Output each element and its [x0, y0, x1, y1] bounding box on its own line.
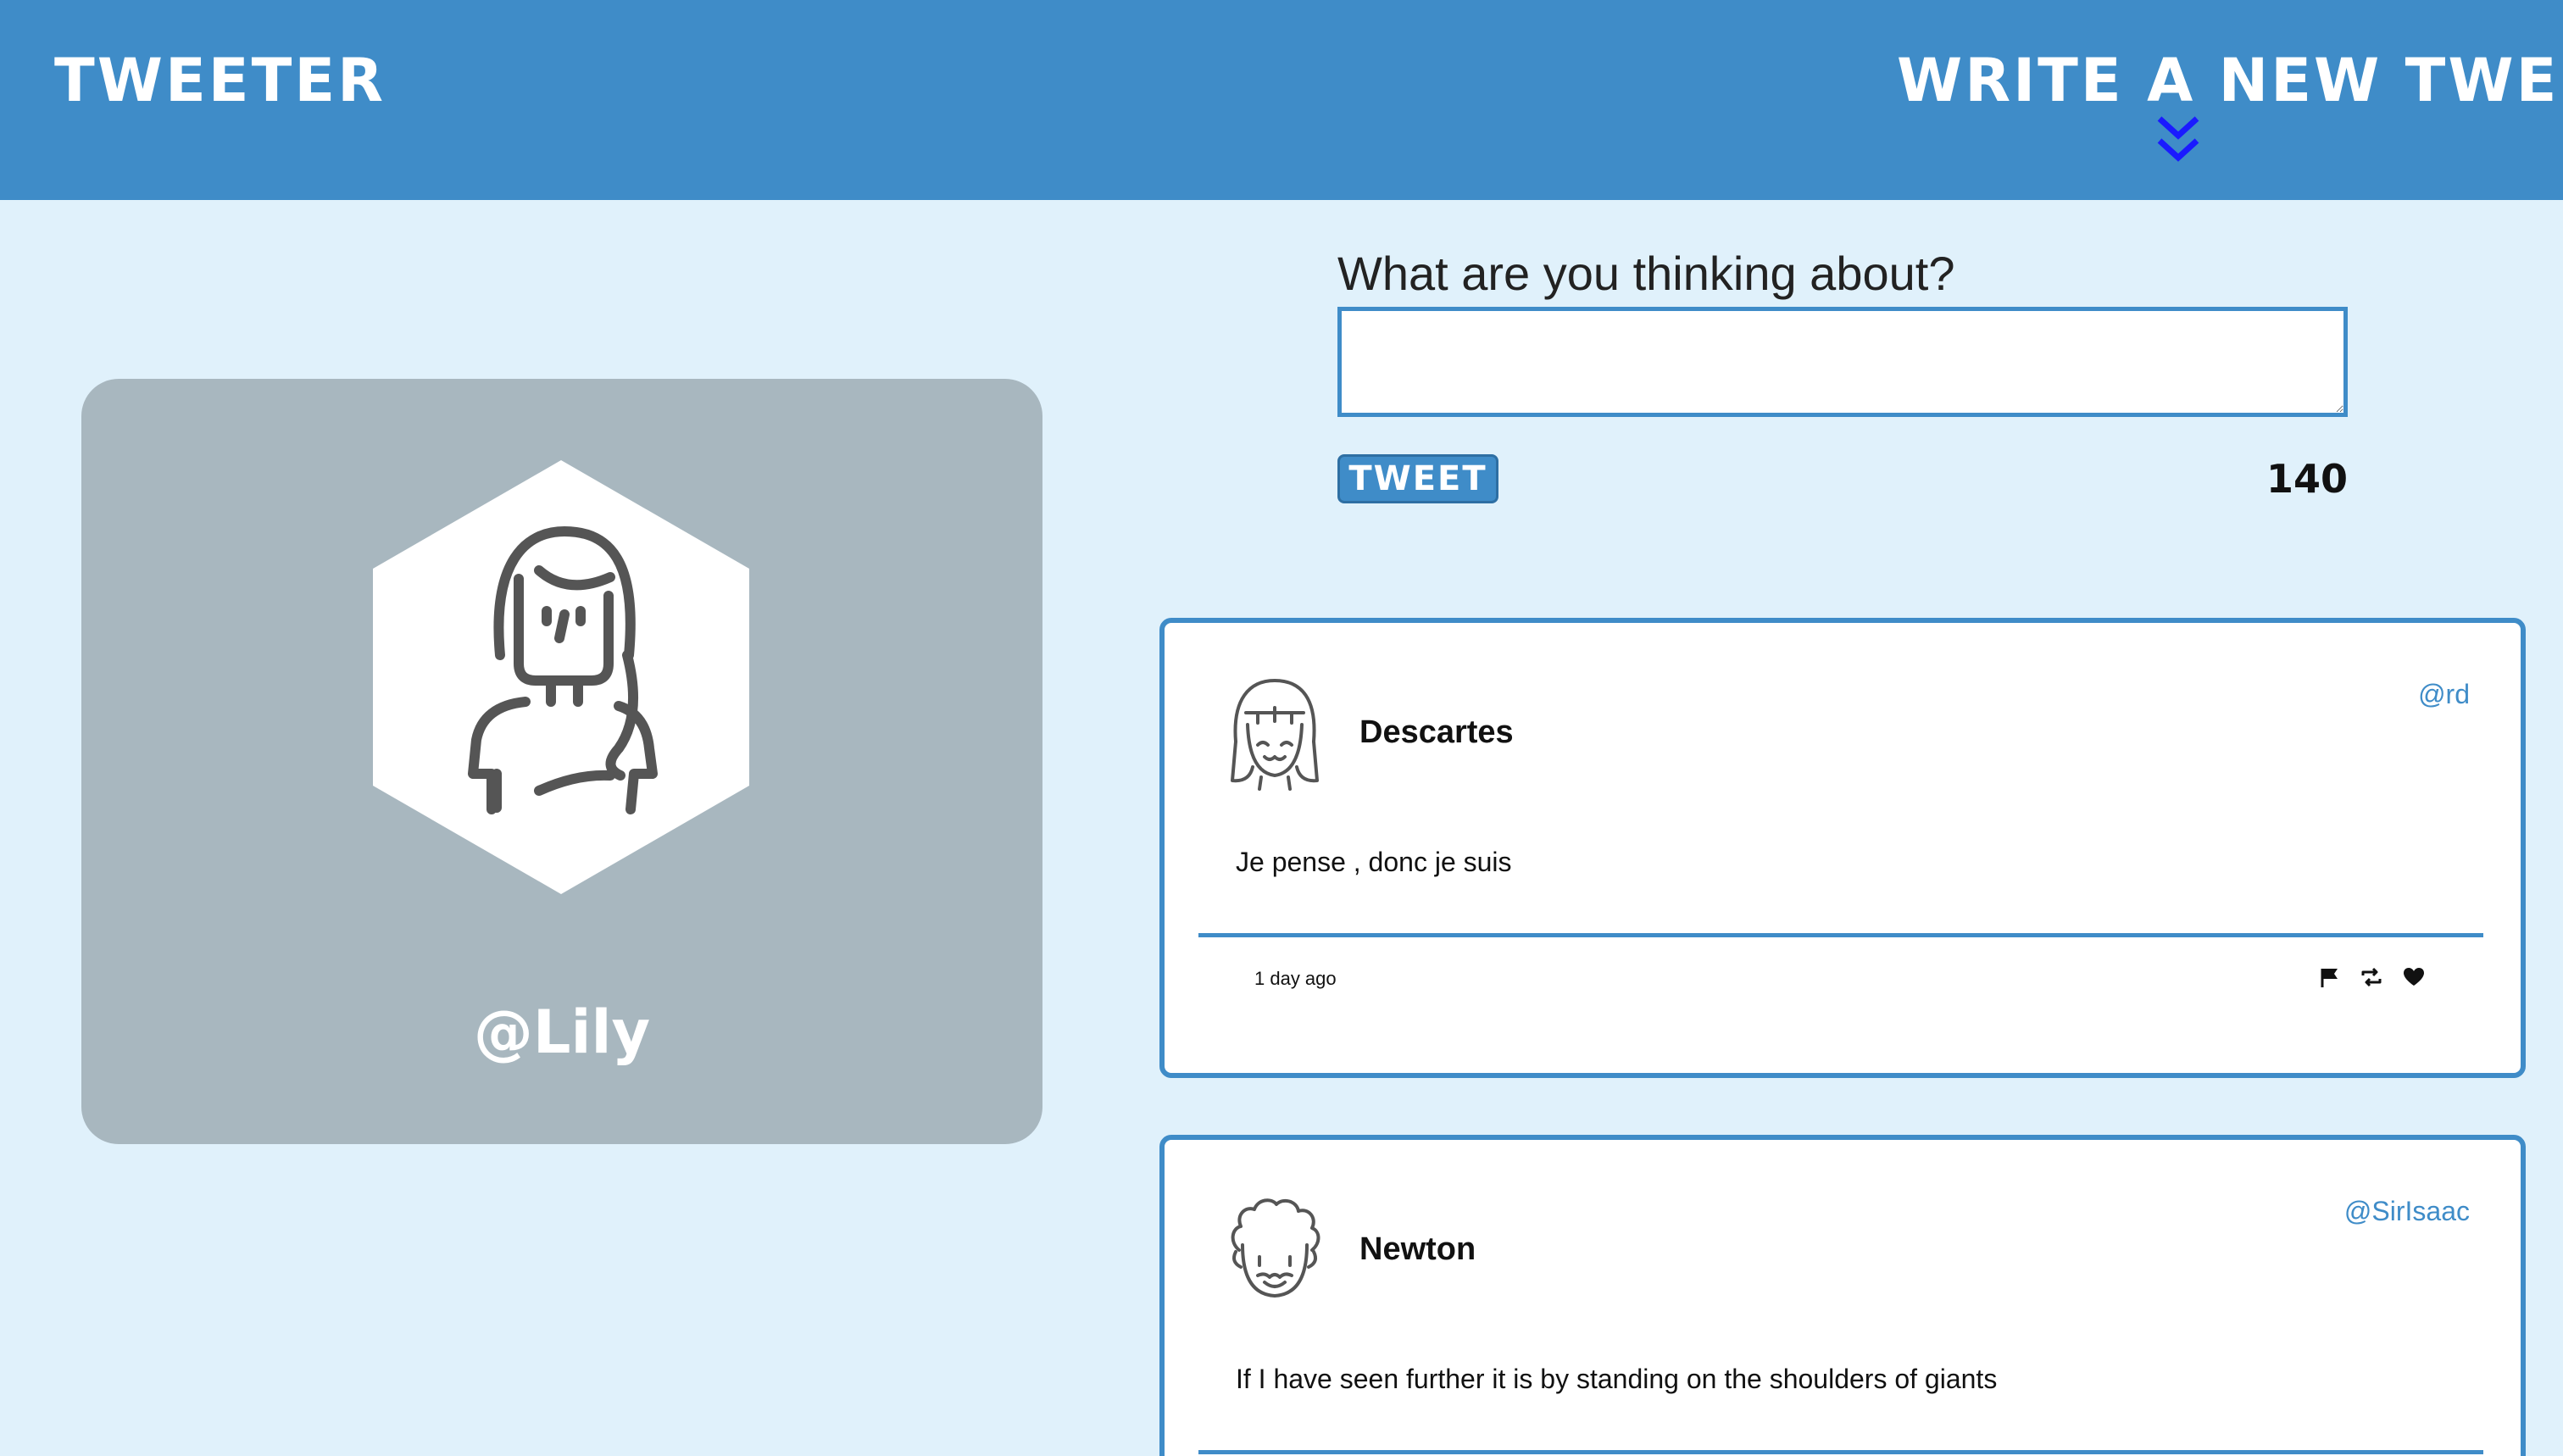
tweet-card: Newton @SirIsaac If I have seen further …	[1159, 1135, 2526, 1456]
tweet-author-name: Newton	[1359, 1231, 1476, 1267]
top-nav: TWEETER WRITE A NEW TWEET	[0, 0, 2563, 200]
tweet-author-handle: @rd	[2418, 679, 2470, 709]
user-avatar-icon	[1231, 1198, 1320, 1298]
retweet-icon[interactable]	[2360, 965, 2383, 989]
tweet-card: Descartes @rd Je pense , donc je suis 1 …	[1159, 618, 2526, 1078]
tweet-author-name: Descartes	[1359, 714, 1514, 750]
character-counter: 140	[2266, 456, 2348, 502]
tweet-actions	[2317, 965, 2426, 989]
profile-avatar	[373, 460, 749, 894]
tweet-submit-button[interactable]: TWEET	[1337, 454, 1498, 503]
profile-handle: @Lily	[473, 998, 651, 1067]
profile-card: @Lily	[81, 379, 1042, 1144]
composer-label: What are you thinking about?	[1337, 247, 1955, 300]
tweet-timestamp: 1 day ago	[1254, 968, 1337, 989]
write-new-tweet-toggle[interactable]: WRITE A NEW TWEET	[1897, 46, 2563, 173]
chevron-double-down-icon[interactable]	[2154, 114, 2202, 166]
heart-icon[interactable]	[2402, 965, 2426, 989]
brand-logo[interactable]: TWEETER	[54, 46, 386, 115]
tweet-content: If I have seen further it is by standing…	[1236, 1364, 1998, 1394]
tweet-composer: What are you thinking about? TWEET 140	[1337, 246, 2348, 508]
flag-icon[interactable]	[2317, 965, 2341, 989]
tweet-divider	[1198, 1450, 2483, 1454]
tweet-content: Je pense , donc je suis	[1236, 847, 1512, 877]
tweet-textarea[interactable]	[1337, 307, 2348, 417]
user-avatar-icon	[1231, 679, 1319, 791]
tweet-divider	[1198, 933, 2483, 937]
write-new-tweet-label: WRITE A NEW TWEET	[1897, 46, 2563, 115]
tweet-author-handle: @SirIsaac	[2343, 1196, 2470, 1226]
